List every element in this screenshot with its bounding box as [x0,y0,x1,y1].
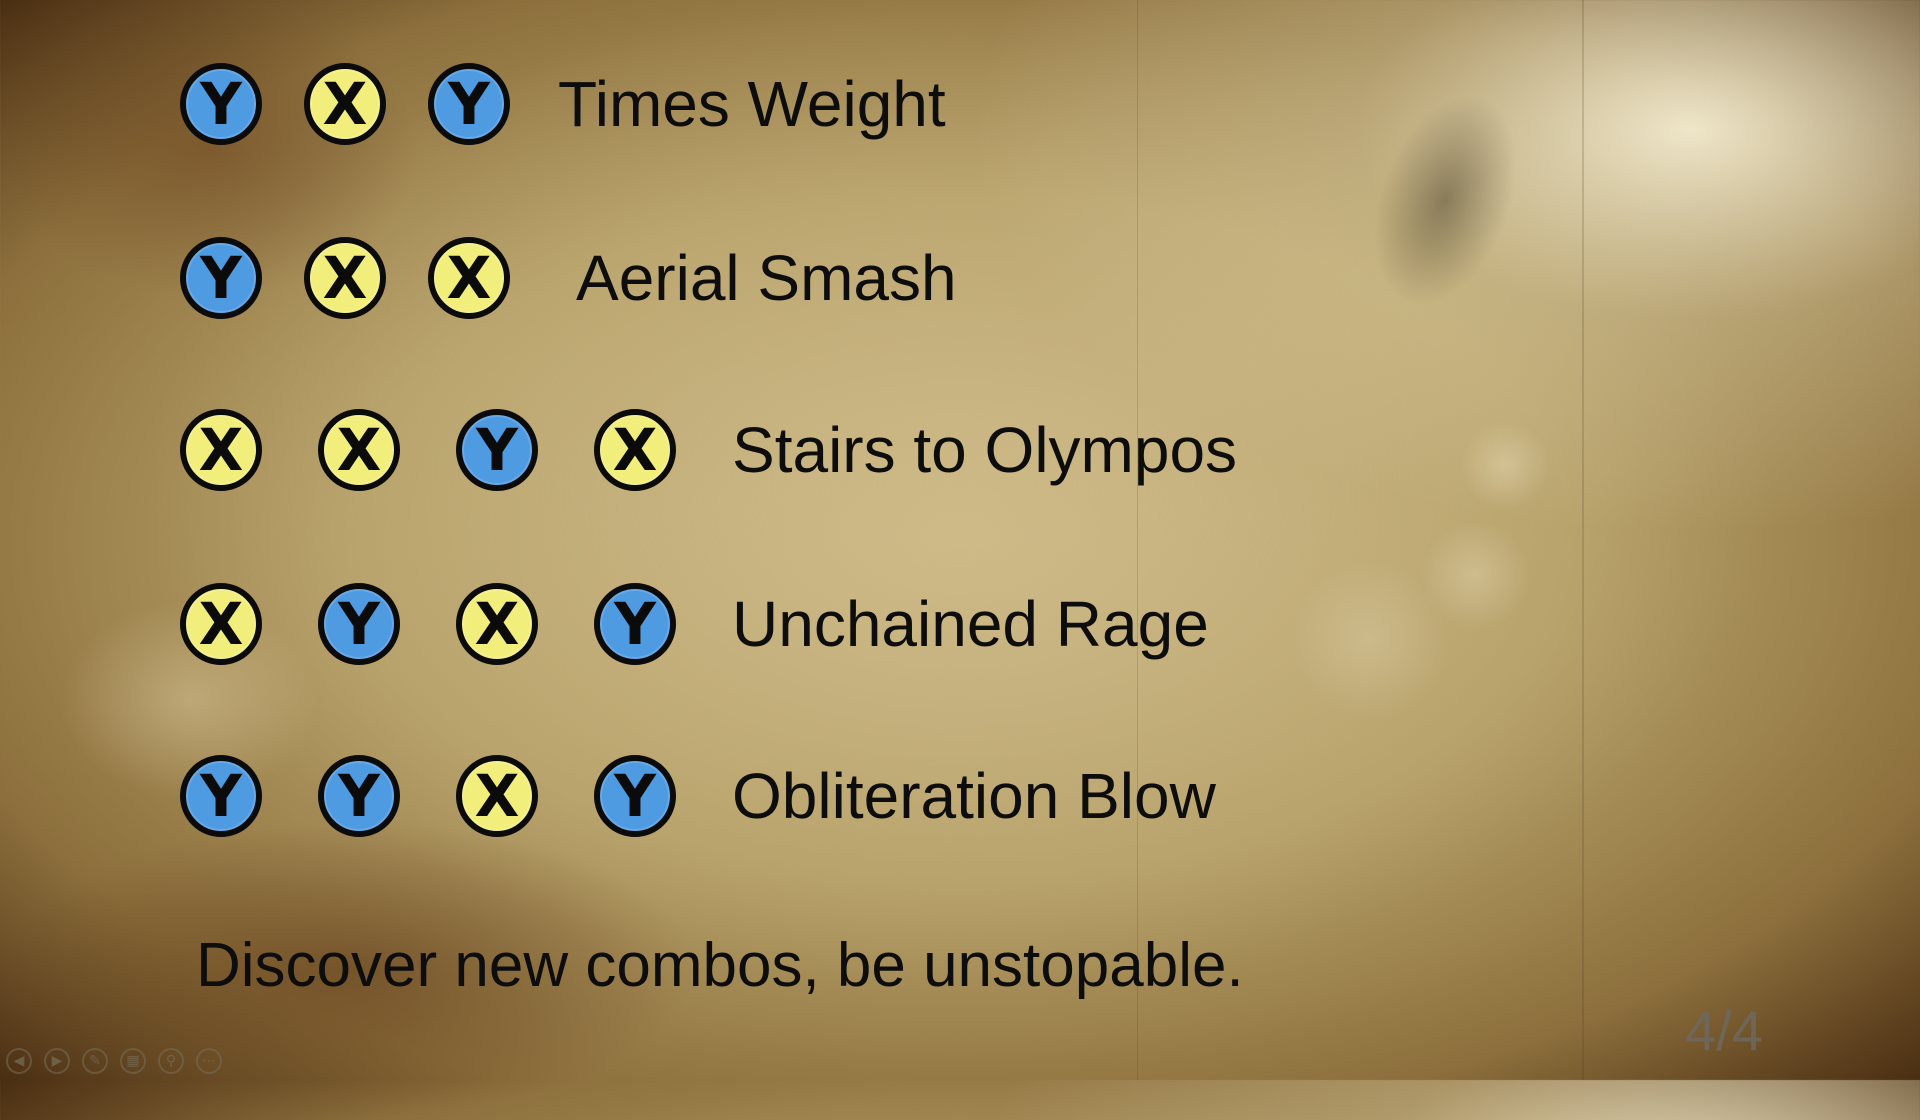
combo-row: Y Y X Y Obliteration Blow [180,746,1216,846]
y-button-icon: Y [594,583,676,665]
paper-crease [1582,0,1584,1080]
page-indicator: 4/4 [1685,999,1763,1062]
tagline: Discover new combos, be unstopable. [196,931,1244,1000]
x-button-icon: X [456,755,538,837]
combo-name: Aerial Smash [576,242,957,314]
more-icon[interactable]: ⋯ [196,1048,222,1074]
next-icon[interactable]: ▶ [44,1048,70,1074]
y-button-icon: Y [180,755,262,837]
x-button-icon: X [456,583,538,665]
slides-icon[interactable]: ▦ [120,1048,146,1074]
x-button-icon: X [594,409,676,491]
zoom-icon[interactable]: ⚲ [158,1048,184,1074]
background-stain [1460,420,1550,510]
x-button-icon: X [318,409,400,491]
background-stain [1346,74,1544,326]
x-button-icon: X [180,409,262,491]
x-button-icon: X [428,237,510,319]
combo-row: X X Y X Stairs to Olympos [180,400,1237,500]
y-button-icon: Y [318,583,400,665]
y-button-icon: Y [456,409,538,491]
x-button-icon: X [304,237,386,319]
combo-row: Y X X Aerial Smash [180,228,957,328]
combo-row: X Y X Y Unchained Rage [180,574,1209,674]
paper-crease [1137,0,1138,1080]
background-stain [1290,560,1450,720]
y-button-icon: Y [180,63,262,145]
y-button-icon: Y [318,755,400,837]
y-button-icon: Y [180,237,262,319]
x-button-icon: X [304,63,386,145]
combo-name: Unchained Rage [732,588,1209,660]
y-button-icon: Y [428,63,510,145]
pen-icon[interactable]: ✎ [82,1048,108,1074]
combo-name: Obliteration Blow [732,760,1216,832]
x-button-icon: X [180,583,262,665]
combo-name: Times Weight [558,68,946,140]
previous-icon[interactable]: ◀ [6,1048,32,1074]
y-button-icon: Y [594,755,676,837]
slideshow-controls: ◀ ▶ ✎ ▦ ⚲ ⋯ [6,1048,222,1074]
combo-row: Y X Y Times Weight [180,54,946,154]
background-stain [1420,520,1530,630]
combo-name: Stairs to Olympos [732,414,1238,486]
